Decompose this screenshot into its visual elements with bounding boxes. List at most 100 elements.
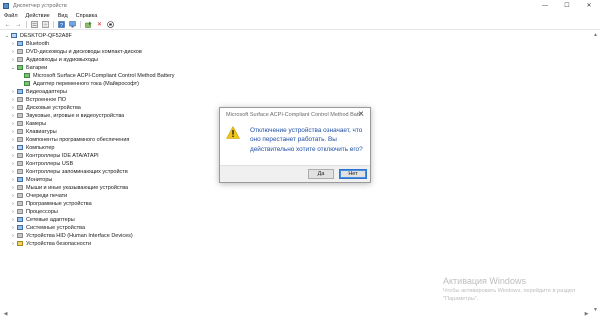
dialog-close-button[interactable]: ✕	[358, 110, 364, 118]
chevron-down-icon[interactable]: ⌄	[4, 33, 10, 39]
tree-subitem-ac-adapter[interactable]: Адаптер переменного тока (Майкрософт)	[24, 80, 139, 88]
tree-item-disk-drives[interactable]: › Дисковые устройства	[10, 104, 81, 112]
speaker-icon	[17, 113, 23, 119]
help-icon[interactable]: ?	[58, 21, 65, 28]
tree-item-network-adapters[interactable]: › Сетевые адаптеры	[10, 216, 75, 224]
menu-action[interactable]: Действие	[26, 13, 50, 19]
scroll-left-button[interactable]: ◀	[1, 309, 10, 318]
tree-item-monitors[interactable]: › Мониторы	[10, 176, 52, 184]
chevron-right-icon[interactable]: ›	[10, 89, 16, 95]
tree-item-label: Системные устройства	[26, 224, 86, 231]
chevron-right-icon[interactable]: ›	[10, 49, 16, 55]
chevron-right-icon[interactable]: ›	[10, 113, 16, 119]
toolbar-separator	[26, 21, 27, 28]
chevron-right-icon[interactable]: ›	[10, 169, 16, 175]
chevron-right-icon[interactable]: ›	[10, 209, 16, 215]
maximize-button[interactable]: ☐	[556, 0, 578, 11]
tree-item-keyboards[interactable]: › Клавиатуры	[10, 128, 57, 136]
toolbar: ← → ? ✕	[0, 20, 600, 30]
tree-root[interactable]: ⌄ DESKTOP-QF52A8F	[4, 32, 72, 40]
tree-item-label: Процессоры	[26, 208, 58, 215]
disable-device-icon[interactable]	[107, 21, 114, 28]
chevron-right-icon[interactable]: ›	[10, 121, 16, 127]
chevron-right-icon[interactable]: ›	[10, 233, 16, 239]
tree-item-mice[interactable]: › Мыши и иные указывающие устройства	[10, 184, 128, 192]
uninstall-x-icon[interactable]: ✕	[96, 21, 103, 28]
list-icon[interactable]	[42, 21, 49, 28]
update-driver-icon[interactable]	[85, 21, 92, 28]
tree-item-usb-controllers[interactable]: › Контроллеры USB	[10, 160, 73, 168]
no-button[interactable]: Нет	[339, 169, 367, 179]
tree-item-label: Устройства HID (Human Interface Devices)	[26, 232, 133, 239]
chevron-right-icon[interactable]: ›	[10, 41, 16, 47]
chevron-right-icon[interactable]: ›	[10, 217, 16, 223]
chevron-right-icon[interactable]: ›	[10, 57, 16, 63]
computer-icon	[11, 33, 17, 39]
scroll-up-button[interactable]: ▲	[591, 30, 600, 39]
back-arrow-icon[interactable]: ←	[4, 21, 11, 28]
chevron-right-icon[interactable]: ›	[10, 241, 16, 247]
chevron-right-icon[interactable]: ›	[10, 129, 16, 135]
menu-help[interactable]: Справка	[76, 13, 98, 19]
tree-root-label: DESKTOP-QF52A8F	[20, 32, 72, 39]
monitor-icon[interactable]	[69, 21, 76, 28]
tree-item-software-components[interactable]: › Компоненты программного обеспечения	[10, 136, 129, 144]
tree-item-label: Аудиовходы и аудиовыходы	[26, 56, 98, 63]
tree-item-label: Контроллеры USB	[26, 160, 74, 167]
tree-item-dvd[interactable]: › DVD-дисководы и дисководы компакт-диск…	[10, 48, 142, 56]
tree-subitem-surface-battery[interactable]: Microsoft Surface ACPI-Compliant Control…	[24, 72, 175, 80]
tree-item-label: Сетевые адаптеры	[26, 216, 75, 223]
tree-item-video-adapters[interactable]: › Видеоадаптеры	[10, 88, 67, 96]
tree-item-cameras[interactable]: › Камеры	[10, 120, 46, 128]
disk-drive-icon	[17, 105, 23, 111]
battery-icon	[24, 73, 30, 79]
tree-item-sound[interactable]: › Звуковые, игровые и видеоустройства	[10, 112, 124, 120]
tree-item-security-devices[interactable]: › Устройства безопасности	[10, 240, 91, 248]
forward-arrow-icon[interactable]: →	[15, 21, 22, 28]
tree-item-batteries[interactable]: ⌄ Батареи	[10, 64, 47, 72]
dialog-title: Microsoft Surface ACPI-Compliant Control…	[226, 111, 365, 118]
menu-file[interactable]: Файл	[4, 13, 18, 19]
dialog-footer: Да Нет	[220, 165, 370, 182]
chevron-right-icon[interactable]: ›	[10, 193, 16, 199]
chevron-right-icon[interactable]: ›	[10, 145, 16, 151]
yes-button[interactable]: Да	[308, 169, 334, 179]
chevron-right-icon[interactable]: ›	[10, 105, 16, 111]
tree-item-firmware[interactable]: › Встроенное ПО	[10, 96, 66, 104]
tree-item-label: Программные устройства	[26, 200, 92, 207]
chevron-right-icon[interactable]: ›	[10, 97, 16, 103]
chevron-right-icon[interactable]: ›	[10, 137, 16, 143]
audio-io-icon	[17, 57, 23, 63]
menu-view[interactable]: Вид	[58, 13, 68, 19]
tree-item-bluetooth[interactable]: › Bluetooth	[10, 40, 49, 48]
dvd-drive-icon	[17, 49, 23, 55]
tree-item-audio-io[interactable]: › Аудиовходы и аудиовыходы	[10, 56, 98, 64]
scroll-right-button[interactable]: ▶	[582, 309, 591, 318]
minimize-button[interactable]: —	[534, 0, 556, 11]
tree-item-label: Мониторы	[26, 176, 53, 183]
tree-item-software-devices[interactable]: › Программные устройства	[10, 200, 92, 208]
tree-item-ide-controllers[interactable]: › Контроллеры IDE ATA/ATAPI	[10, 152, 99, 160]
chevron-right-icon[interactable]: ›	[10, 161, 16, 167]
dialog-message: Отключение устройства означает, что оно …	[250, 127, 363, 153]
properties-icon[interactable]	[31, 21, 38, 28]
tree-item-system-devices[interactable]: › Системные устройства	[10, 224, 85, 232]
tree-item-storage-controllers[interactable]: › Контроллеры запоминающих устройств	[10, 168, 128, 176]
close-button[interactable]: ✕	[578, 0, 600, 11]
chevron-down-icon[interactable]: ⌄	[10, 65, 16, 71]
chevron-right-icon[interactable]: ›	[10, 201, 16, 207]
chevron-right-icon[interactable]: ›	[10, 153, 16, 159]
tree-item-label: Контроллеры запоминающих устройств	[26, 168, 128, 175]
tree-item-processors[interactable]: › Процессоры	[10, 208, 58, 216]
chevron-right-icon[interactable]: ›	[10, 185, 16, 191]
chevron-right-icon[interactable]: ›	[10, 177, 16, 183]
usb-icon	[17, 161, 23, 167]
tree-item-label: DVD-дисководы и дисководы компакт-дисков	[26, 48, 142, 55]
tree-item-print-queues[interactable]: › Очереди печати	[10, 192, 67, 200]
chevron-right-icon[interactable]: ›	[10, 225, 16, 231]
tree-item-computer[interactable]: › Компьютер	[10, 144, 54, 152]
scroll-down-button[interactable]: ▼	[591, 305, 600, 314]
software-device-icon	[17, 201, 23, 207]
tree-item-hid[interactable]: › Устройства HID (Human Interface Device…	[10, 232, 133, 240]
disable-device-dialog: Microsoft Surface ACPI-Compliant Control…	[219, 107, 371, 183]
